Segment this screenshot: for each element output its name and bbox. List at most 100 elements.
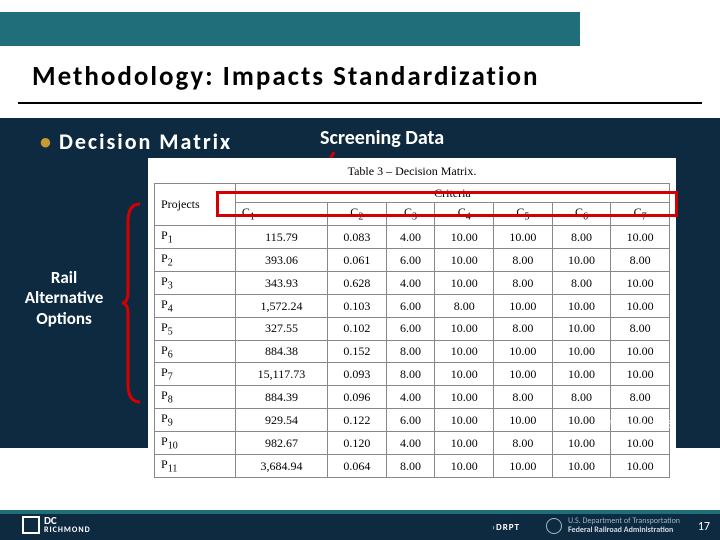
value-cell: 8.00 (386, 454, 435, 477)
drpt-logo: ›DRPT (492, 522, 520, 533)
col-header: C6 (552, 203, 611, 226)
value-cell: 15,117.73 (235, 363, 327, 386)
value-cell: 0.061 (328, 248, 387, 271)
value-cell: 10.00 (552, 248, 611, 271)
project-cell: P8 (155, 386, 236, 409)
body-panel: •Decision Matrix Screening Data Rail Alt… (0, 118, 720, 448)
value-cell: 10.00 (552, 363, 611, 386)
decision-matrix-table-wrap: Table 3 – Decision Matrix. Projects Crit… (148, 158, 676, 484)
project-cell: P10 (155, 432, 236, 455)
slide-title: Methodology: Impacts Standardization (32, 60, 540, 93)
drpt-text: DRPT (496, 522, 520, 533)
value-cell: 8.00 (494, 248, 553, 271)
bracket-icon (122, 202, 140, 404)
bullet-text: Decision Matrix (59, 128, 232, 155)
value-cell: 10.00 (611, 226, 670, 249)
decision-matrix-table: Projects Criteria C1C2C3C4C5C6C7 P1115.7… (154, 183, 670, 478)
fra-logo: U.S. Department of Transportation Federa… (546, 517, 680, 535)
value-cell: 10.00 (435, 340, 494, 363)
value-cell: 8.00 (494, 317, 553, 340)
value-cell: 343.93 (235, 271, 327, 294)
value-cell: 10.00 (435, 454, 494, 477)
value-cell: 0.120 (328, 432, 387, 455)
rail-line3: Options (14, 309, 114, 329)
footer: DC RICHMOND ›DRPT U.S. Department of Tra… (0, 480, 720, 540)
value-cell: 10.00 (611, 432, 670, 455)
projects-header: Projects (155, 184, 236, 226)
value-cell: 10.00 (435, 409, 494, 432)
criteria-group-row: Projects Criteria (155, 184, 670, 203)
rail-line2: Alternative (14, 288, 114, 308)
page-number: 17 (698, 520, 710, 534)
table-row: P2393.060.0616.0010.008.0010.008.00 (155, 248, 670, 271)
value-cell: 6.00 (386, 409, 435, 432)
value-cell: 10.00 (494, 340, 553, 363)
value-cell: 10.00 (552, 432, 611, 455)
col-header: C7 (611, 203, 670, 226)
value-cell: 4.00 (386, 226, 435, 249)
value-cell: 10.00 (435, 317, 494, 340)
table-row: P41,572.240.1036.008.0010.0010.0010.00 (155, 294, 670, 317)
project-cell: P9 (155, 409, 236, 432)
table-row: P5327.550.1026.0010.008.0010.008.00 (155, 317, 670, 340)
value-cell: 8.00 (435, 294, 494, 317)
value-cell: 0.064 (328, 454, 387, 477)
value-cell: 0.628 (328, 271, 387, 294)
project-cell: P7 (155, 363, 236, 386)
logo-square-icon (22, 516, 40, 534)
table-row: P9929.540.1226.0010.0010.0010.0010.00 (155, 409, 670, 432)
bullet-decision-matrix: •Decision Matrix (40, 128, 232, 155)
screening-data-label: Screening Data (320, 126, 444, 150)
value-cell: 0.096 (328, 386, 387, 409)
col-header: C1 (235, 203, 327, 226)
value-cell: 393.06 (235, 248, 327, 271)
value-cell: 10.00 (611, 454, 670, 477)
col-header: C3 (386, 203, 435, 226)
value-cell: 10.00 (435, 226, 494, 249)
value-cell: 10.00 (552, 340, 611, 363)
value-cell: 8.00 (494, 271, 553, 294)
project-cell: P6 (155, 340, 236, 363)
value-cell: 8.00 (611, 317, 670, 340)
value-cell: 10.00 (611, 294, 670, 317)
value-cell: 10.00 (435, 432, 494, 455)
fra-line2: Federal Railroad Administration (568, 526, 680, 535)
table-row: P6884.380.1528.0010.0010.0010.0010.00 (155, 340, 670, 363)
value-cell: 0.152 (328, 340, 387, 363)
value-cell: 884.38 (235, 340, 327, 363)
value-cell: 10.00 (494, 294, 553, 317)
col-header: C2 (328, 203, 387, 226)
value-cell: 10.00 (435, 271, 494, 294)
value-cell: 3,684.94 (235, 454, 327, 477)
value-cell: 8.00 (611, 248, 670, 271)
value-cell: 8.00 (494, 432, 553, 455)
value-cell: 0.102 (328, 317, 387, 340)
table-row: P113,684.940.0648.0010.0010.0010.0010.00 (155, 454, 670, 477)
table-row: P1115.790.0834.0010.0010.008.0010.00 (155, 226, 670, 249)
value-cell: 884.39 (235, 386, 327, 409)
slide: Methodology: Impacts Standardization •De… (0, 0, 720, 540)
logo-richmond: RICHMOND (44, 526, 91, 534)
value-cell: 0.093 (328, 363, 387, 386)
value-cell: 10.00 (611, 363, 670, 386)
value-cell: 8.00 (386, 363, 435, 386)
criteria-header: Criteria (235, 184, 669, 203)
value-cell: 8.00 (552, 386, 611, 409)
col-header: C4 (435, 203, 494, 226)
project-cell: P1 (155, 226, 236, 249)
value-cell: 10.00 (611, 271, 670, 294)
value-cell: 0.083 (328, 226, 387, 249)
value-cell: 10.00 (552, 317, 611, 340)
value-cell: 10.00 (494, 454, 553, 477)
value-cell: 10.00 (494, 226, 553, 249)
table-caption: Table 3 – Decision Matrix. (154, 164, 670, 179)
value-cell: 0.103 (328, 294, 387, 317)
project-cell: P3 (155, 271, 236, 294)
value-cell: 6.00 (386, 294, 435, 317)
value-cell: 6.00 (386, 317, 435, 340)
value-cell: 929.54 (235, 409, 327, 432)
value-cell: 10.00 (435, 363, 494, 386)
table-row: P8884.390.0964.0010.008.008.008.00 (155, 386, 670, 409)
value-cell: 4.00 (386, 432, 435, 455)
project-cell: P5 (155, 317, 236, 340)
